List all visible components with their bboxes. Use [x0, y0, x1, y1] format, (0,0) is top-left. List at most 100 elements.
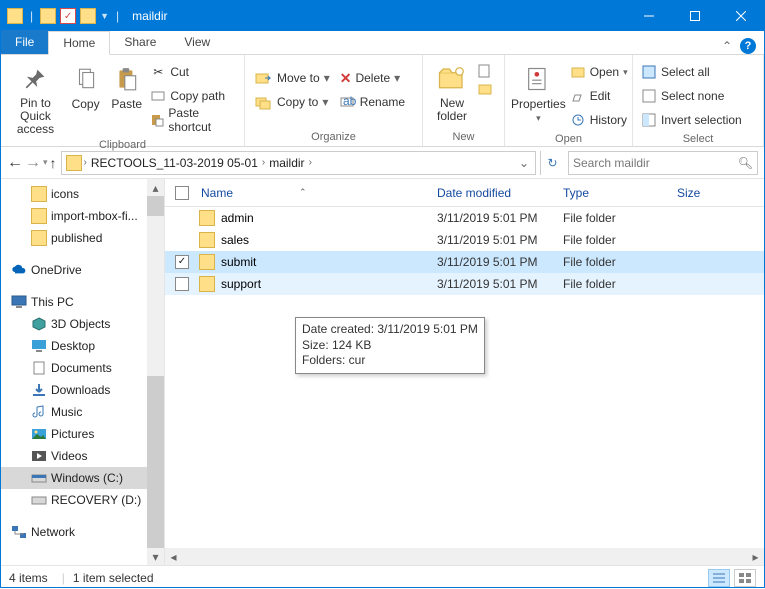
window-title: maildir	[132, 9, 167, 23]
new-folder-button[interactable]: New folder	[429, 59, 475, 123]
paste-shortcut-button[interactable]: Paste shortcut	[148, 109, 238, 131]
recent-locations-button[interactable]: ▾	[43, 157, 48, 168]
table-row[interactable]: sales 3/11/2019 5:01 PM File folder	[165, 229, 764, 251]
videos-icon	[31, 448, 47, 464]
tree-item[interactable]: RECOVERY (D:)	[1, 489, 147, 511]
tree-item[interactable]: 3D Objects	[1, 313, 147, 335]
tree-scrollbar[interactable]: ▴ ▾	[147, 179, 164, 565]
col-date-header[interactable]: Date modified	[437, 186, 563, 200]
select-all-checkbox[interactable]	[175, 186, 189, 200]
tree-item[interactable]: icons	[1, 183, 147, 205]
copy-path-button[interactable]: Copy path	[148, 85, 238, 107]
copy-to-button[interactable]: Copy to▾	[251, 91, 334, 113]
select-none-button[interactable]: Select none	[639, 85, 744, 107]
tree-item[interactable]: Downloads	[1, 379, 147, 401]
minimize-button[interactable]	[626, 1, 672, 31]
edit-icon	[570, 88, 586, 104]
row-checkbox[interactable]	[175, 277, 189, 291]
tab-view[interactable]: View	[170, 30, 224, 54]
col-type-header[interactable]: Type	[563, 186, 677, 200]
easy-access-icon[interactable]	[477, 81, 493, 97]
row-checkbox[interactable]	[175, 255, 189, 269]
rename-button[interactable]: abRename	[336, 91, 409, 113]
tree-item[interactable]: Pictures	[1, 423, 147, 445]
group-new-label: New	[423, 129, 504, 146]
tree-item[interactable]: Videos	[1, 445, 147, 467]
cut-button[interactable]: ✂Cut	[148, 61, 238, 83]
help-icon[interactable]: ?	[740, 38, 756, 54]
thumbnails-view-button[interactable]	[734, 569, 756, 587]
details-view-button[interactable]	[708, 569, 730, 587]
paste-button[interactable]: Paste	[107, 59, 146, 111]
pin-label: Pin to Quick access	[7, 97, 64, 137]
scroll-left-icon[interactable]: ◂	[165, 548, 182, 565]
ribbon-tabs: File Home Share View ⌃ ?	[1, 31, 764, 55]
collapse-ribbon-icon[interactable]: ⌃	[722, 39, 732, 53]
refresh-button[interactable]: ↻	[540, 151, 564, 175]
invert-selection-button[interactable]: Invert selection	[639, 109, 744, 131]
scroll-right-icon[interactable]: ▸	[747, 548, 764, 565]
edit-button[interactable]: Edit	[568, 85, 630, 107]
table-row[interactable]: admin 3/11/2019 5:01 PM File folder	[165, 207, 764, 229]
tooltip-line: Folders: cur	[302, 353, 478, 369]
separator-icon: |	[30, 9, 33, 23]
breadcrumb-part[interactable]: RECTOOLS_11-03-2019 05-01	[87, 156, 262, 170]
tree-item[interactable]: import-mbox-fi...	[1, 205, 147, 227]
address-bar[interactable]: › RECTOOLS_11-03-2019 05-01 › maildir › …	[61, 151, 536, 175]
group-organize-label: Organize	[245, 129, 422, 146]
scissors-icon: ✂	[150, 64, 166, 80]
open-button[interactable]: Open▾	[568, 61, 630, 83]
tree-item[interactable]: published	[1, 227, 147, 249]
tree-item[interactable]: Documents	[1, 357, 147, 379]
folder-icon	[80, 8, 96, 24]
status-count: 4 items	[9, 571, 48, 585]
copy-path-icon	[150, 88, 166, 104]
3d-objects-icon	[31, 316, 47, 332]
tab-file[interactable]: File	[1, 30, 48, 54]
navigation-bar: ← → ▾ ↑ › RECTOOLS_11-03-2019 05-01 › ma…	[1, 147, 764, 179]
tree-item[interactable]: Desktop	[1, 335, 147, 357]
pin-to-quick-access-button[interactable]: Pin to Quick access	[7, 59, 64, 137]
delete-button[interactable]: ✕Delete▾	[336, 67, 409, 89]
tree-this-pc[interactable]: This PC	[1, 291, 147, 313]
tree-onedrive[interactable]: OneDrive	[1, 259, 147, 281]
qa-check-icon[interactable]: ✓	[60, 8, 76, 24]
breadcrumb-part[interactable]: maildir	[265, 156, 308, 170]
nav-tree[interactable]: icons import-mbox-fi... published OneDri…	[1, 179, 147, 565]
close-button[interactable]	[718, 1, 764, 31]
scroll-down-icon[interactable]: ▾	[147, 548, 164, 565]
properties-button[interactable]: Properties ▾	[511, 59, 566, 124]
table-row-selected[interactable]: submit 3/11/2019 5:01 PM File folder	[165, 251, 764, 273]
scroll-up-icon[interactable]: ▴	[147, 179, 164, 196]
drive-icon	[31, 470, 47, 486]
select-all-button[interactable]: Select all	[639, 61, 744, 83]
history-button[interactable]: History	[568, 109, 630, 131]
folder-icon	[199, 210, 215, 226]
horizontal-scrollbar[interactable]: ◂ ▸	[165, 548, 764, 565]
tree-network[interactable]: Network	[1, 521, 147, 543]
table-row[interactable]: support 3/11/2019 5:01 PM File folder	[165, 273, 764, 295]
col-size-header[interactable]: Size	[677, 186, 764, 200]
back-button[interactable]: ←	[7, 154, 23, 172]
quick-access-toolbar: | ✓ ▼ | maildir	[1, 8, 168, 24]
sort-asc-icon: ⌃	[299, 187, 307, 198]
tab-share[interactable]: Share	[110, 30, 170, 54]
tab-home[interactable]: Home	[48, 31, 110, 55]
maximize-button[interactable]	[672, 1, 718, 31]
copy-button[interactable]: Copy	[66, 59, 105, 111]
chevron-down-icon: ▾	[536, 113, 541, 124]
search-input[interactable]: Search maildir 🔍︎	[568, 151, 758, 175]
tooltip-line: Date created: 3/11/2019 5:01 PM	[302, 322, 478, 338]
chevron-down-icon[interactable]: ▼	[100, 11, 109, 21]
chevron-right-icon[interactable]: ›	[309, 157, 312, 168]
move-to-button[interactable]: Move to▾	[251, 67, 334, 89]
group-select-label: Select	[633, 131, 763, 148]
tree-item[interactable]: Music	[1, 401, 147, 423]
col-name-header[interactable]: Name⌃	[199, 186, 437, 200]
address-dropdown-icon[interactable]: ⌄	[519, 156, 533, 170]
separator-icon: |	[116, 9, 119, 23]
up-button[interactable]: ↑	[50, 155, 57, 171]
forward-button[interactable]: →	[25, 154, 41, 172]
tree-item-selected[interactable]: Windows (C:)	[1, 467, 147, 489]
new-item-icon[interactable]	[477, 63, 493, 79]
